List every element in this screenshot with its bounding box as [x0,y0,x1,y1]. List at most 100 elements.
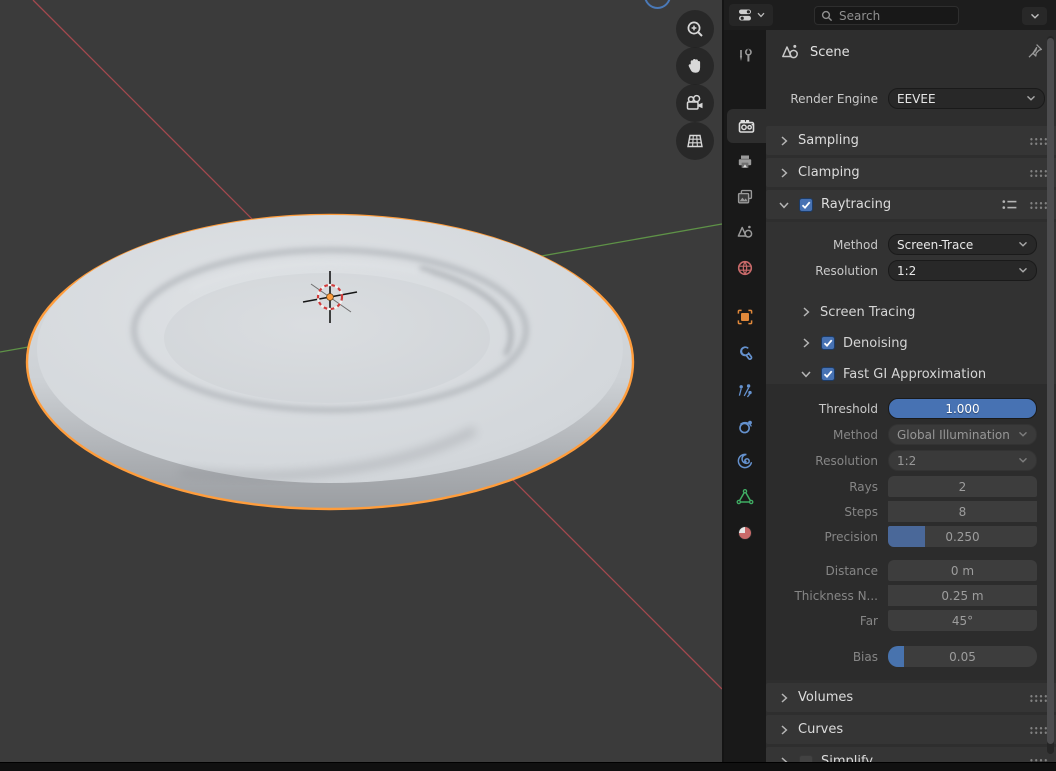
ortho-toggle-gizmo[interactable] [676,122,714,160]
physics-icon [736,418,754,436]
tab-output[interactable] [724,145,766,179]
steps-field[interactable]: 8 [888,501,1037,522]
section-raytracing[interactable]: Raytracing [766,190,1056,219]
subsection-fast-gi[interactable]: Fast GI Approximation [766,363,1056,385]
chevron-right-icon [778,692,790,704]
tab-scene[interactable] [724,215,766,249]
distance-field[interactable]: 0 m [888,560,1037,581]
checkmark-icon [800,199,812,211]
drag-grip-icon[interactable] [1029,694,1048,702]
chevron-down-icon [1030,13,1040,20]
raytracing-checkbox[interactable] [799,198,813,212]
precision-slider[interactable]: 0.250 [888,526,1037,547]
properties-header: Search [724,0,1056,30]
denoising-checkbox[interactable] [821,336,835,350]
simplify-checkbox[interactable] [799,755,813,763]
drag-grip-icon[interactable] [1029,169,1048,177]
raytracing-method-row: Method Screen-Trace [766,234,1056,255]
chevron-down-icon [1018,431,1028,438]
bias-row: Bias 0.05 [766,646,1056,667]
thickness-row: Thickness N... 0.25 m [766,585,1056,606]
3d-viewport[interactable] [0,0,722,762]
panel-options-button[interactable] [1022,7,1047,25]
section-sampling[interactable]: Sampling [766,126,1056,155]
rays-field[interactable]: 2 [888,476,1037,497]
steps-row: Steps 8 [766,501,1056,522]
chevron-down-icon [1026,95,1036,102]
world-icon [736,259,754,277]
section-simplify[interactable]: Simplify [766,747,1056,762]
pan-gizmo[interactable] [676,47,714,85]
rays-row: Rays 2 [766,476,1056,497]
presets-list-icon[interactable] [1002,199,1017,211]
far-row: Far 45° [766,610,1056,631]
gi-resolution-row: Resolution 1:2 [766,450,1056,471]
tab-tool[interactable] [724,39,766,73]
fast-gi-body: Threshold 1.000 Method Global Illuminati… [766,384,1056,680]
bias-slider[interactable]: 0.05 [888,646,1037,667]
zoom-gizmo[interactable] [676,10,714,48]
tab-material[interactable] [724,516,766,550]
camera-view-gizmo[interactable] [676,84,714,122]
render-icon [737,117,756,135]
render-engine-dropdown[interactable]: EEVEE [888,88,1045,109]
chevron-down-icon [1018,267,1028,274]
search-placeholder: Search [839,9,880,23]
tab-physics[interactable] [724,410,766,444]
tab-constraints[interactable] [724,445,766,479]
section-volumes[interactable]: Volumes [766,683,1056,712]
drag-grip-icon[interactable] [1029,137,1048,145]
threshold-row: Threshold 1.000 [766,398,1056,419]
pin-icon[interactable] [1026,42,1044,60]
properties-editor: Search [722,0,1056,762]
chevron-right-icon [778,167,790,179]
search-input[interactable]: Search [814,6,959,25]
fast-gi-checkbox[interactable] [821,367,835,381]
section-clamping[interactable]: Clamping [766,158,1056,187]
tab-object-data[interactable] [724,480,766,514]
gi-resolution-dropdown[interactable]: 1:2 [888,450,1037,471]
hand-icon [685,56,705,76]
chevron-down-icon [778,199,790,211]
chevron-down-icon [1018,457,1028,464]
tab-world[interactable] [724,251,766,285]
particles-icon [736,382,754,400]
editor-type-button[interactable] [729,4,773,26]
subsection-screen-tracing[interactable]: Screen Tracing [766,301,1056,323]
chevron-right-icon [778,135,790,147]
threshold-slider[interactable]: 1.000 [888,398,1037,419]
tab-render[interactable] [727,109,766,143]
gi-method-row: Method Global Illumination [766,424,1056,445]
tab-object[interactable] [724,300,766,334]
object-origin-dot [327,294,334,301]
precision-row: Precision 0.250 [766,526,1056,547]
plate-object[interactable] [27,215,633,509]
drag-grip-icon[interactable] [1029,726,1048,734]
search-icon [821,10,833,22]
section-curves[interactable]: Curves [766,715,1056,744]
tab-view-layer[interactable] [724,180,766,214]
chevron-right-icon [778,724,790,736]
subsection-denoising[interactable]: Denoising [766,332,1056,354]
scrollbar[interactable] [1047,36,1054,754]
status-bar-edge [0,762,1056,771]
render-engine-row: Render Engine EEVEE [766,88,1056,109]
chevron-down-icon [800,368,812,380]
output-icon [736,153,754,171]
blender-window: Search [0,0,1056,771]
grid-icon [684,130,706,152]
view-layer-icon [736,188,754,206]
viewport-canvas[interactable] [0,0,722,762]
object-data-icon [736,488,754,506]
tab-modifiers[interactable] [724,337,766,371]
properties-editor-icon [738,7,755,23]
thickness-field[interactable]: 0.25 m [888,585,1037,606]
drag-grip-icon[interactable] [1029,201,1048,209]
scrollbar-thumb[interactable] [1047,38,1054,744]
gi-method-dropdown[interactable]: Global Illumination [888,424,1037,445]
far-field[interactable]: 45° [888,610,1037,631]
tab-particles[interactable] [724,374,766,408]
raytracing-method-dropdown[interactable]: Screen-Trace [888,234,1037,255]
raytracing-resolution-dropdown[interactable]: 1:2 [888,260,1037,281]
zoom-icon [685,19,706,40]
